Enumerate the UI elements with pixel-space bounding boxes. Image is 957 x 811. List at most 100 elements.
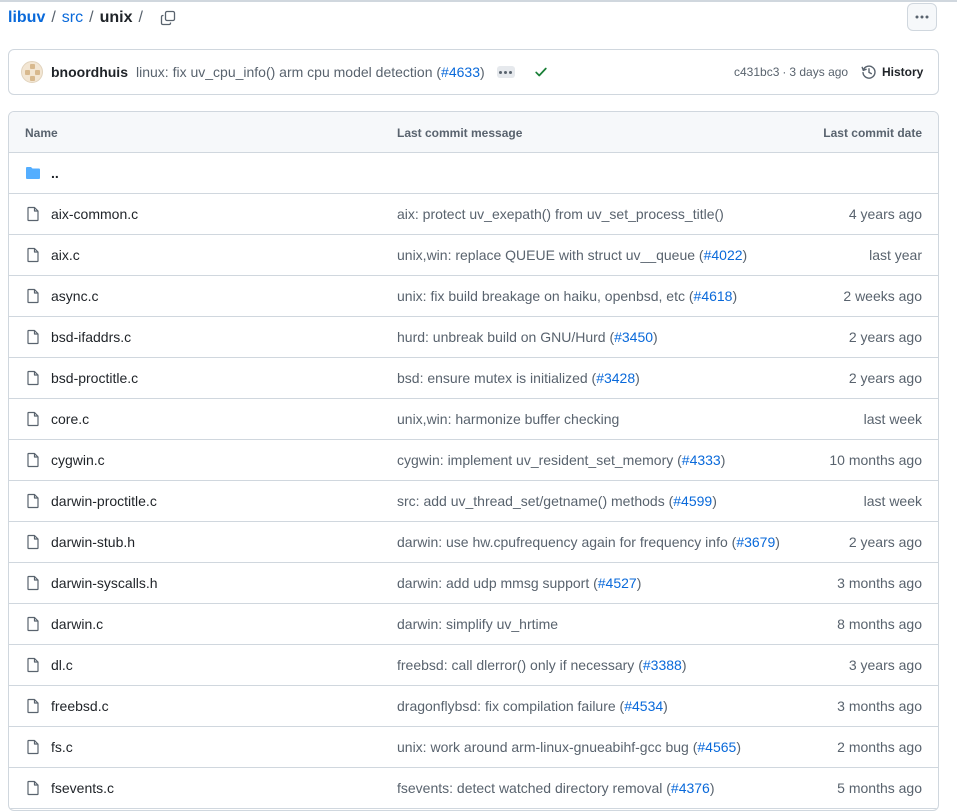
table-row[interactable]: darwin-proctitle.c src: add uv_thread_set…	[9, 481, 938, 522]
file-icon	[27, 616, 39, 632]
pr-link[interactable]: #4565	[697, 739, 736, 755]
commit-date: 8 months ago	[837, 616, 922, 632]
table-row[interactable]: bsd-ifaddrs.c hurd: unbreak build on GNU/…	[9, 317, 938, 358]
commit-message-link[interactable]: cygwin: implement uv_resident_set_memory…	[397, 452, 725, 468]
file-name-link[interactable]: bsd-ifaddrs.c	[51, 329, 131, 345]
commit-message-link[interactable]: darwin: use hw.cpufrequency again for fr…	[397, 534, 780, 550]
file-icon	[27, 370, 39, 386]
commit-date: 2 years ago	[848, 329, 922, 345]
file-icon	[27, 247, 39, 263]
table-row[interactable]: darwin.c darwin: simplify uv_hrtime 8 mont…	[9, 604, 938, 645]
commit-date: 10 months ago	[829, 452, 922, 468]
table-row[interactable]: freebsd.c dragonflybsd: fix compilation f…	[9, 686, 938, 727]
top-border	[0, 0, 957, 2]
table-row[interactable]: fs.c unix: work around arm-linux-gnueabih…	[9, 727, 938, 768]
folder-icon	[26, 167, 40, 179]
file-name-link[interactable]: darwin-proctitle.c	[51, 493, 157, 509]
table-row[interactable]: bsd-proctitle.c bsd: ensure mutex is init…	[9, 358, 938, 399]
file-name-link[interactable]: cygwin.c	[51, 452, 105, 468]
pr-link[interactable]: #3450	[614, 329, 653, 345]
commit-message-link[interactable]: darwin: add udp mmsg support (#4527)	[397, 575, 641, 591]
pr-link[interactable]: #4022	[704, 247, 743, 263]
file-name-link[interactable]: core.c	[51, 411, 89, 427]
commit-message-link[interactable]: dragonflybsd: fix compilation failure (#…	[397, 698, 668, 714]
breadcrumb: libuv / src / unix /	[8, 7, 177, 29]
pr-link[interactable]: #3679	[736, 534, 775, 550]
file-icon	[27, 288, 39, 304]
table-row[interactable]: darwin-syscalls.h darwin: add udp mmsg su…	[9, 563, 938, 604]
history-button[interactable]: History	[861, 50, 923, 94]
pr-link[interactable]: #4376	[671, 780, 710, 796]
table-row[interactable]: aix-common.c aix: protect uv_exepath() fr…	[9, 194, 938, 235]
table-row[interactable]: core.c unix,win: harmonize buffer checkin…	[9, 399, 938, 440]
file-icon	[27, 739, 39, 755]
pr-link[interactable]: #4534	[624, 698, 663, 714]
table-header: Name Last commit message Last commit dat…	[9, 112, 938, 153]
file-name-link[interactable]: fs.c	[51, 739, 73, 755]
pr-link[interactable]: #4618	[694, 288, 733, 304]
commit-message-link[interactable]: hurd: unbreak build on GNU/Hurd (#3450)	[397, 329, 658, 345]
commit-message-link[interactable]: unix,win: replace QUEUE with struct uv__…	[397, 247, 747, 263]
pr-link[interactable]: #3428	[596, 370, 635, 386]
file-icon	[27, 698, 39, 714]
commit-message-link[interactable]: src: add uv_thread_set/getname() methods…	[397, 493, 717, 509]
table-row[interactable]: aix.c unix,win: replace QUEUE with struct…	[9, 235, 938, 276]
table-row[interactable]: fsevents.c fsevents: detect watched direc…	[9, 768, 938, 809]
file-name-link[interactable]: aix.c	[51, 247, 80, 263]
file-table: Name Last commit message Last commit dat…	[8, 111, 939, 811]
table-row[interactable]: dl.c freebsd: call dlerror() only if nece…	[9, 645, 938, 686]
commit-message-link[interactable]: bsd: ensure mutex is initialized (#3428)	[397, 370, 640, 386]
parent-directory-link[interactable]: ..	[51, 165, 59, 181]
file-name-link[interactable]: bsd-proctitle.c	[51, 370, 138, 386]
table-row[interactable]: darwin-stub.h darwin: use hw.cpufrequency…	[9, 522, 938, 563]
pr-link[interactable]: #4599	[673, 493, 712, 509]
check-status-icon[interactable]	[533, 64, 549, 80]
commit-hash-link[interactable]: c431bc3	[734, 65, 779, 79]
commit-date: 3 years ago	[848, 657, 922, 673]
avatar[interactable]	[21, 61, 43, 83]
commit-date: 2 years ago	[848, 370, 922, 386]
file-name-link[interactable]: dl.c	[51, 657, 73, 673]
commit-message-link[interactable]: unix: fix build breakage on haiku, openb…	[397, 288, 737, 304]
commit-date: 2 years ago	[848, 534, 922, 550]
parent-directory-row[interactable]: ..	[9, 153, 938, 194]
file-name-link[interactable]: darwin-stub.h	[51, 534, 135, 550]
file-name-link[interactable]: aix-common.c	[51, 206, 138, 222]
column-header-message: Last commit message	[397, 126, 523, 140]
commit-message-link[interactable]: unix: work around arm-linux-gnueabihf-gc…	[397, 739, 741, 755]
breadcrumb-current-dir: unix	[99, 9, 133, 26]
column-header-name: Name	[25, 126, 58, 140]
history-icon	[861, 65, 876, 79]
commit-message-link[interactable]: aix: protect uv_exepath() from uv_set_pr…	[397, 206, 724, 222]
pr-link[interactable]: #3388	[643, 657, 682, 673]
table-row[interactable]: cygwin.c cygwin: implement uv_resident_se…	[9, 440, 938, 481]
latest-commit-bar: bnoordhuis linux: fix uv_cpu_info() arm …	[8, 49, 939, 95]
commit-message-link[interactable]: unix,win: harmonize buffer checking	[397, 411, 619, 427]
commit-pr-link[interactable]: #4633	[441, 64, 480, 80]
commit-message-link[interactable]: fsevents: detect watched directory remov…	[397, 780, 715, 796]
copy-path-button[interactable]	[159, 9, 177, 27]
commit-message-link[interactable]: freebsd: call dlerror() only if necessar…	[397, 657, 686, 673]
file-name-link[interactable]: darwin-syscalls.h	[51, 575, 158, 591]
file-name-link[interactable]: async.c	[51, 288, 98, 304]
commit-date: 5 months ago	[837, 780, 922, 796]
file-icon	[27, 780, 39, 796]
table-row[interactable]: async.c unix: fix build breakage on haiku…	[9, 276, 938, 317]
file-name-link[interactable]: darwin.c	[51, 616, 103, 632]
more-options-button[interactable]	[907, 3, 937, 31]
commit-date: 2 weeks ago	[843, 288, 922, 304]
file-name-link[interactable]: freebsd.c	[51, 698, 109, 714]
breadcrumb-repo-link[interactable]: libuv	[8, 9, 45, 27]
file-name-link[interactable]: fsevents.c	[51, 780, 114, 796]
pr-link[interactable]: #4333	[682, 452, 721, 468]
commit-author-link[interactable]: bnoordhuis	[51, 64, 128, 80]
expand-commit-message-button[interactable]	[496, 66, 515, 78]
breadcrumb-src-link[interactable]: src	[62, 9, 83, 27]
file-icon	[27, 493, 39, 509]
column-header-date: Last commit date	[823, 126, 922, 140]
file-icon	[27, 329, 39, 345]
pr-link[interactable]: #4527	[598, 575, 637, 591]
file-icon	[27, 534, 39, 550]
commit-message-link[interactable]: darwin: simplify uv_hrtime	[397, 616, 558, 632]
commit-message[interactable]: linux: fix uv_cpu_info() arm cpu model d…	[136, 64, 485, 80]
